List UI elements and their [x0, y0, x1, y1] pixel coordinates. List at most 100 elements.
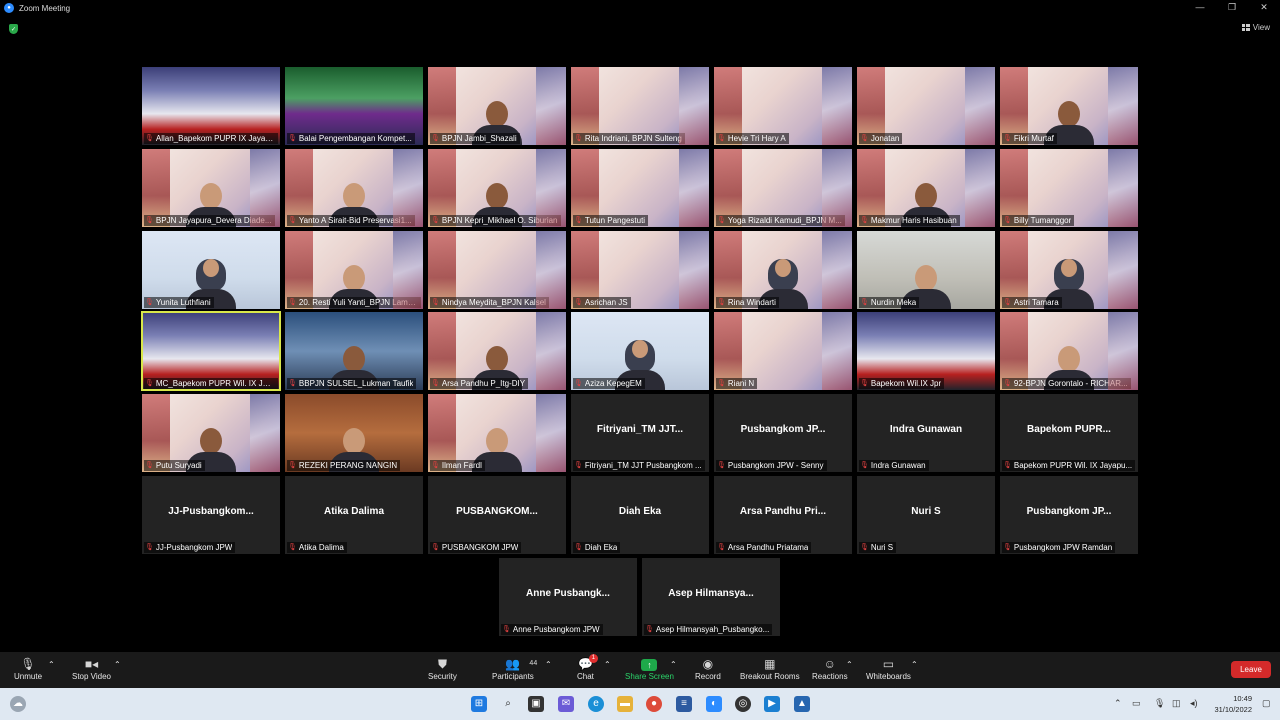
participant-tile[interactable]: 🎙 Fikri Murtaf — [1000, 67, 1138, 145]
security-button[interactable]: ⛊ Security — [428, 656, 457, 681]
participant-tile[interactable]: Fitriyani_TM JJT... 🎙 Fitriyani_TM JJT Pus… — [571, 394, 709, 472]
participant-tile[interactable]: Nuri S 🎙 Nuri S — [857, 476, 995, 554]
participants-options-caret[interactable]: ⌃ — [545, 660, 552, 669]
mic-muted-icon: 🎙 — [502, 626, 511, 633]
participant-tile[interactable]: 🎙 Hevie Tri Hary A — [714, 67, 852, 145]
participant-tile[interactable]: 🎙 92-BPJN Gorontalo - RICHAR... — [1000, 312, 1138, 390]
minimize-button[interactable]: — — [1184, 0, 1216, 16]
close-button[interactable]: ✕ — [1248, 0, 1280, 16]
participant-tile[interactable]: 🎙 Tutun Pangestuti — [571, 149, 709, 227]
whiteboards-button[interactable]: ▭ Whiteboards — [866, 656, 911, 681]
participant-tile[interactable]: 🎙 Nindya Meydita_BPJN Kalsel — [428, 231, 566, 309]
photos-icon[interactable]: ▲ — [794, 696, 810, 712]
maximize-button[interactable]: ❐ — [1216, 0, 1248, 16]
participant-tile[interactable]: 🎙 BPJN Jambi_Shazali — [428, 67, 566, 145]
participant-tile[interactable]: 🎙 Yoga Rizaldi Kamudi_BPJN M... — [714, 149, 852, 227]
security-shield-icon[interactable]: ✓ — [9, 24, 18, 34]
participant-name: BPJN Jayapura_Devera Diade... — [155, 216, 272, 225]
participant-tile[interactable]: 🎙 Nurdin Meka — [857, 231, 995, 309]
participant-tile[interactable]: 🎙 Billy Tumanggor — [1000, 149, 1138, 227]
participant-tile[interactable]: Asep Hilmansya... 🎙 Asep Hilmansyah_Pusban… — [642, 558, 780, 636]
weather-icon[interactable]: ☁ — [10, 696, 26, 712]
share-options-caret[interactable]: ⌃ — [670, 660, 677, 669]
stop-video-button[interactable]: ■◂ Stop Video — [72, 656, 111, 681]
mic-muted-icon: 🎙 — [288, 299, 297, 306]
file-explorer-icon[interactable]: ▬ — [617, 696, 633, 712]
network-icon[interactable]: ◫ — [1172, 698, 1181, 709]
participant-tile[interactable]: Arsa Pandhu Pri... 🎙 Arsa Pandhu Priatama — [714, 476, 852, 554]
zoom-taskbar-icon[interactable]: ◐ — [706, 696, 722, 712]
participant-tile[interactable]: 🎙 BPJN Kepri_Mikhael O. Siburian — [428, 149, 566, 227]
participant-name: Makmur Haris Hasibuan — [870, 216, 957, 225]
whiteboards-options-caret[interactable]: ⌃ — [911, 660, 918, 669]
participant-tile[interactable]: 🎙 Astri Tamara — [1000, 231, 1138, 309]
participant-tile[interactable]: Diah Eka 🎙 Diah Eka — [571, 476, 709, 554]
reactions-button[interactable]: ☺ Reactions — [812, 656, 848, 681]
participant-tile[interactable]: JJ-Pusbangkom... 🎙 JJ-Pusbangkom JPW — [142, 476, 280, 554]
chrome-icon[interactable]: ● — [646, 696, 662, 712]
reactions-options-caret[interactable]: ⌃ — [846, 660, 853, 669]
breakout-rooms-button[interactable]: ▦ Breakout Rooms — [740, 656, 800, 681]
video-camera-icon: ■◂ — [84, 657, 99, 671]
participant-tile[interactable]: 🎙 Ilman Fardl — [428, 394, 566, 472]
participant-tile[interactable]: Atika Dalima 🎙 Atika Dalima — [285, 476, 423, 554]
participant-tile[interactable]: 🎙 REZEKI PERANG NANGIN — [285, 394, 423, 472]
teams-chat-icon[interactable]: ✉ — [558, 696, 574, 712]
participants-button[interactable]: 👥 44 Participants — [492, 656, 537, 681]
participant-name: Arsa Pandhu P_Itg-DIY — [441, 379, 526, 388]
media-player-icon[interactable]: ▶ — [764, 696, 780, 712]
participant-tile[interactable]: 🎙 Putu Suryadi — [142, 394, 280, 472]
participant-tile[interactable]: 🎙 BBPJN SULSEL_Lukman Taufik — [285, 312, 423, 390]
mic-muted-icon: 🎙 — [645, 626, 654, 633]
audio-options-caret[interactable]: ⌃ — [48, 660, 55, 669]
participant-tile[interactable]: Pusbangkom JP... 🎙 Pusbangkom JPW Ramdan — [1000, 476, 1138, 554]
participant-tile[interactable]: 🎙 20. Resti Yuli Yanti_BPJN Lamp... — [285, 231, 423, 309]
task-view-icon[interactable]: ▣ — [528, 696, 544, 712]
participant-tile[interactable]: 🎙 Yanto A Sirait-Bid Preservasi1... — [285, 149, 423, 227]
tray-overflow-icon[interactable]: ⌃ — [1114, 698, 1122, 709]
participant-tile[interactable]: 🎙 Rina Windarti — [714, 231, 852, 309]
mic-muted-icon: 🎙 — [431, 380, 440, 387]
participant-tile[interactable]: PUSBANGKOM... 🎙 PUSBANGKOM JPW — [428, 476, 566, 554]
start-icon[interactable]: ⊞ — [471, 696, 487, 712]
participant-tile[interactable]: 🎙 Bapekom Wil.IX Jpr — [857, 312, 995, 390]
participant-tile[interactable]: Bapekom PUPR... 🎙 Bapekom PUPR Wil. IX Jay… — [1000, 394, 1138, 472]
participant-tile[interactable]: 🎙 Makmur Haris Hasibuan — [857, 149, 995, 227]
participant-tile[interactable]: 🎙 Balai Pengembangan Kompet... — [285, 67, 423, 145]
leave-button[interactable]: Leave — [1231, 661, 1271, 678]
participant-name: Asrichan JS — [584, 298, 628, 307]
participant-tile[interactable]: 🎙 Arsa Pandhu P_Itg-DIY — [428, 312, 566, 390]
record-icon: ◉ — [702, 657, 714, 671]
participant-tile[interactable]: 🎙 Aziza KepegEM — [571, 312, 709, 390]
participant-tile[interactable]: 🎙 Rita Indriani, BPJN Sulteng — [571, 67, 709, 145]
taskbar-clock[interactable]: 10:49 31/10/2022 — [1214, 693, 1252, 715]
participant-tile[interactable]: Anne Pusbangk... 🎙 Anne Pusbangkom JPW — [499, 558, 637, 636]
participant-tile[interactable]: 🎙 MC_Bapekom PUPR Wil. IX Jayap... — [141, 311, 281, 391]
mic-muted-icon: 🎙 — [717, 299, 726, 306]
participant-tile[interactable]: 🎙 BPJN Jayapura_Devera Diade... — [142, 149, 280, 227]
video-options-caret[interactable]: ⌃ — [114, 660, 121, 669]
edge-icon[interactable]: e — [588, 696, 604, 712]
notes-app-icon[interactable]: ≡ — [676, 696, 692, 712]
chat-button[interactable]: 💬 1 Chat — [577, 654, 598, 681]
search-icon[interactable]: ⌕ — [500, 696, 516, 712]
obs-icon[interactable]: ◎ — [735, 696, 751, 712]
participant-tile[interactable]: 🎙 Jonatan — [857, 67, 995, 145]
unmute-button[interactable]: 🎙 Unmute — [14, 656, 42, 681]
record-button[interactable]: ◉ Record — [695, 656, 721, 681]
notifications-icon[interactable]: ▢ — [1262, 698, 1271, 709]
participants-label: Participants — [492, 672, 534, 681]
participant-tile[interactable]: 🎙 Riani N — [714, 312, 852, 390]
participant-tile[interactable]: 🎙 Asrichan JS — [571, 231, 709, 309]
participant-tile[interactable]: Pusbangkom JP... 🎙 Pusbangkom JPW - Senny — [714, 394, 852, 472]
view-button[interactable]: View — [1241, 23, 1270, 32]
microphone-tray-icon[interactable]: 🎙 — [1154, 698, 1165, 709]
participant-name-label: 🎙 Hevie Tri Hary A — [716, 133, 789, 144]
participant-tile[interactable]: 🎙 Yunita Luthfiani — [142, 231, 280, 309]
participant-tile[interactable]: Indra Gunawan 🎙 Indra Gunawan — [857, 394, 995, 472]
volume-icon[interactable]: ◂) — [1190, 698, 1198, 709]
participant-tile[interactable]: 🎙 Allan_Bapekom PUPR IX Jayapu... — [142, 67, 280, 145]
chat-options-caret[interactable]: ⌃ — [604, 660, 611, 669]
share-screen-button[interactable]: ↑ Share Screen — [625, 656, 674, 681]
battery-icon[interactable]: ▭ — [1132, 698, 1141, 709]
